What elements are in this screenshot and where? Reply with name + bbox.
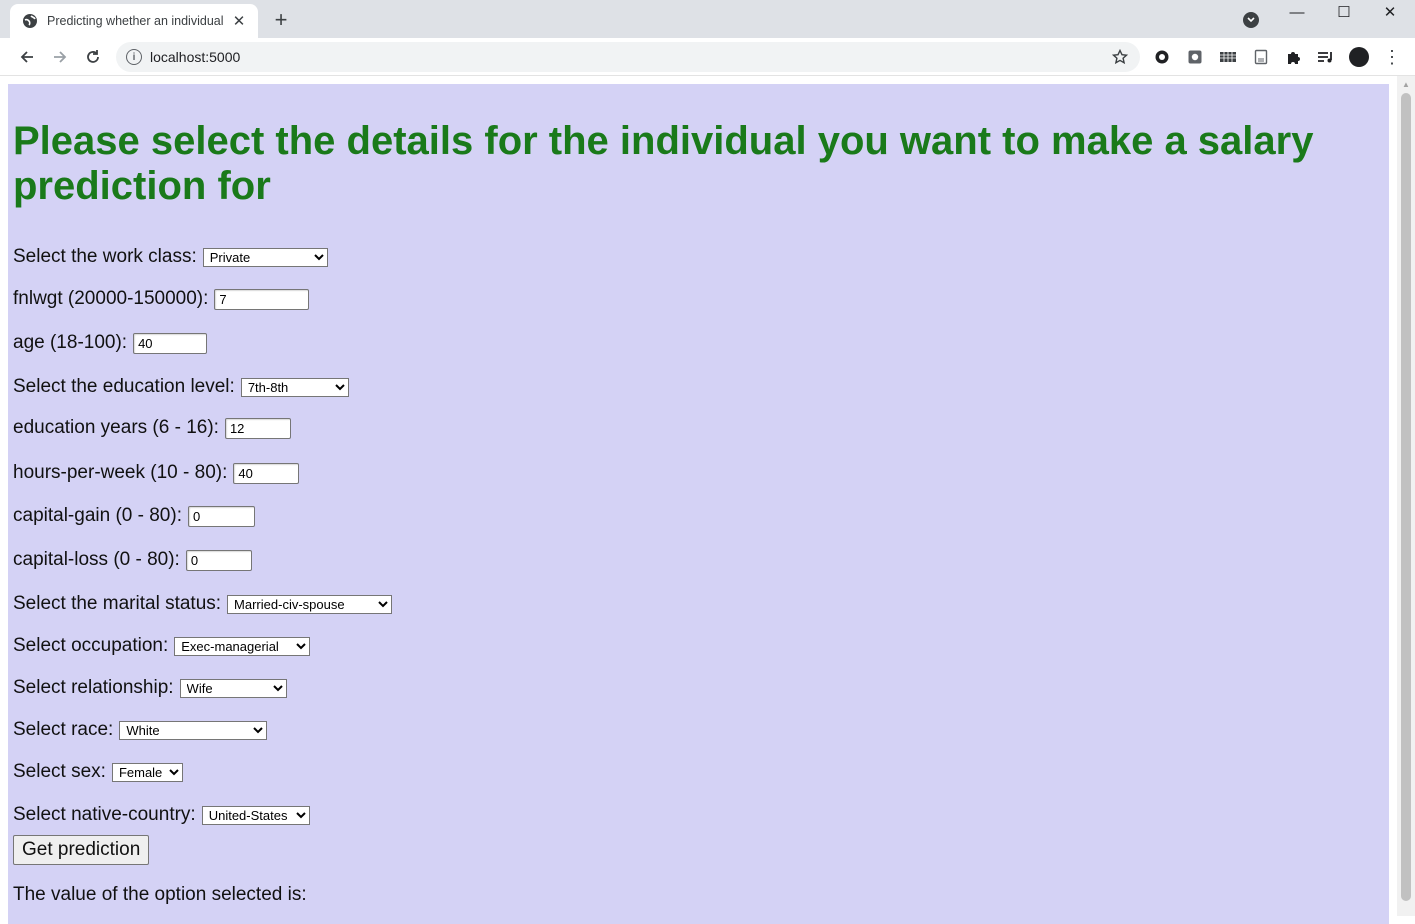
marital-label: Select the marital status:: [13, 593, 222, 614]
education-label: Select the education level:: [13, 376, 235, 397]
workclass-label: Select the work class:: [13, 246, 197, 267]
race-select[interactable]: White: [119, 720, 268, 740]
maximize-icon[interactable]: ☐: [1321, 0, 1367, 24]
workclass-select[interactable]: Private: [202, 247, 328, 267]
profile-avatar-icon[interactable]: [1349, 47, 1369, 67]
country-select[interactable]: United-States: [201, 805, 310, 825]
fnlwgt-label: fnlwgt (20000-150000):: [13, 288, 209, 309]
capital-loss-label: capital-loss (0 - 80):: [13, 549, 180, 570]
relationship-select[interactable]: Wife: [179, 678, 287, 698]
occupation-row: Select occupation: Exec-managerial: [13, 633, 311, 659]
tab-strip: Predicting whether an individual ✕ + — ☐…: [0, 0, 1415, 38]
scrollbar-thumb[interactable]: [1401, 93, 1411, 901]
education-years-row: education years (6 - 16):: [13, 415, 291, 441]
scroll-up-arrow-icon[interactable]: ▲: [1397, 76, 1415, 92]
reload-icon[interactable]: [81, 45, 105, 69]
education-years-input[interactable]: [224, 417, 291, 439]
hours-label: hours-per-week (10 - 80):: [13, 462, 228, 483]
fnlwgt-row: fnlwgt (20000-150000):: [13, 286, 310, 312]
page-viewport: Please select the details for the indivi…: [0, 76, 1415, 924]
browser-tab[interactable]: Predicting whether an individual ✕: [10, 4, 258, 38]
education-select[interactable]: 7th-8th: [240, 377, 349, 397]
gear-extension-icon[interactable]: [1185, 47, 1205, 67]
grid-extension-icon[interactable]: [1218, 47, 1238, 67]
race-row: Select race: White: [13, 717, 268, 743]
relationship-row: Select relationship: Wife: [13, 675, 287, 701]
kebab-menu-icon[interactable]: ⋮: [1382, 47, 1402, 67]
education-row: Select the education level: 7th-8th: [13, 374, 349, 400]
address-bar[interactable]: i localhost:5000: [116, 42, 1140, 72]
country-label: Select native-country:: [13, 804, 196, 825]
race-label: Select race:: [13, 719, 114, 740]
tab-title: Predicting whether an individual: [47, 14, 224, 28]
media-icon[interactable]: [1316, 47, 1336, 67]
globe-icon: [22, 13, 38, 29]
info-icon[interactable]: i: [126, 49, 142, 65]
age-row: age (18-100):: [13, 330, 208, 356]
sex-row: Select sex: Female: [13, 759, 183, 785]
close-icon[interactable]: ✕: [230, 12, 248, 30]
age-label: age (18-100):: [13, 332, 128, 353]
age-input[interactable]: [133, 332, 208, 354]
hours-input[interactable]: [233, 462, 300, 484]
relationship-label: Select relationship:: [13, 677, 174, 698]
marital-row: Select the marital status: Married-civ-s…: [13, 591, 393, 617]
education-years-label: education years (6 - 16):: [13, 417, 219, 438]
page-body: Please select the details for the indivi…: [8, 84, 1389, 924]
occupation-select[interactable]: Exec-managerial: [174, 636, 311, 656]
occupation-label: Select occupation:: [13, 635, 169, 656]
url-text[interactable]: localhost:5000: [150, 49, 240, 65]
fnlwgt-input[interactable]: [214, 288, 310, 310]
page-title: Please select the details for the indivi…: [13, 119, 1314, 208]
capital-gain-row: capital-gain (0 - 80):: [13, 503, 255, 529]
tab-search-icon[interactable]: [1243, 12, 1259, 28]
sex-label: Select sex:: [13, 761, 106, 782]
marital-select[interactable]: Married-civ-spouse: [227, 594, 393, 614]
back-arrow-icon[interactable]: [15, 45, 39, 69]
forward-arrow-icon[interactable]: [48, 45, 72, 69]
minimize-icon[interactable]: —: [1274, 0, 1320, 24]
result-text: The value of the option selected is:: [13, 884, 307, 905]
workclass-row: Select the work class: Private: [13, 244, 328, 270]
capital-loss-input[interactable]: [185, 549, 252, 571]
plus-icon[interactable]: +: [268, 7, 294, 32]
window-close-icon[interactable]: ✕: [1367, 0, 1413, 24]
capital-gain-input[interactable]: [187, 505, 255, 527]
country-row: Select native-country: United-States: [13, 802, 310, 828]
browser-toolbar: i localhost:5000 ⋮: [0, 38, 1415, 76]
circle-extension-icon[interactable]: [1152, 47, 1172, 67]
puzzle-icon[interactable]: [1284, 47, 1304, 67]
get-prediction-button[interactable]: Get prediction: [13, 835, 150, 865]
capital-gain-label: capital-gain (0 - 80):: [13, 505, 182, 526]
hours-row: hours-per-week (10 - 80):: [13, 460, 300, 486]
capital-loss-row: capital-loss (0 - 80):: [13, 547, 252, 573]
vertical-scrollbar[interactable]: ▲: [1397, 76, 1415, 916]
sex-select[interactable]: Female: [111, 762, 183, 782]
star-icon[interactable]: [1110, 47, 1130, 67]
page-extension-icon[interactable]: [1251, 47, 1271, 67]
